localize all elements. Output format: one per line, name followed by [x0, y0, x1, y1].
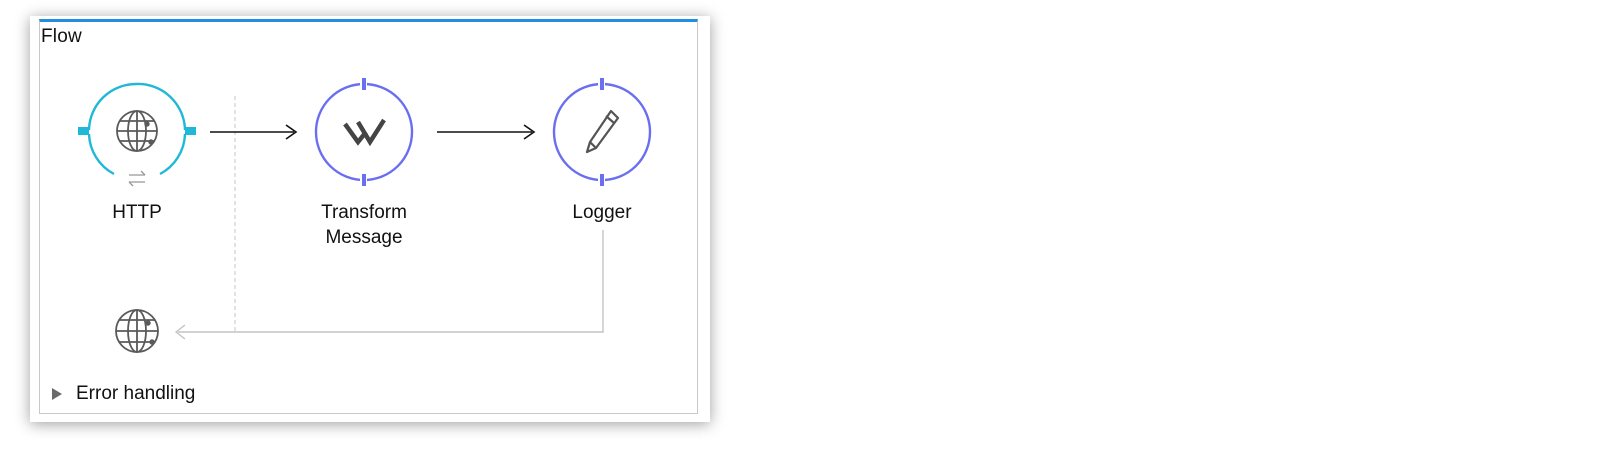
connector-http-transform [210, 124, 298, 140]
flow-card: Flow HTTP Transform Message Logger Error… [30, 16, 710, 422]
stage: Flow HTTP Transform Message Logger Error… [0, 0, 1598, 456]
expand-triangle-icon[interactable] [52, 388, 62, 400]
http-response-node[interactable] [115, 309, 159, 353]
error-handling-toggle[interactable]: Error handling [52, 381, 195, 407]
exchange-arrows-icon [128, 170, 146, 187]
pencil-icon [585, 109, 620, 154]
transform-message-node[interactable] [314, 77, 414, 187]
transform-node-label: Transform Message [321, 202, 407, 248]
http-listener-node[interactable] [78, 82, 196, 187]
globe-icon [115, 309, 159, 353]
error-handling-label: Error handling [76, 383, 196, 404]
dataweave-icon [343, 118, 386, 147]
globe-icon [116, 110, 158, 152]
http-node-label: HTTP [112, 202, 162, 223]
connector-transform-logger [437, 124, 536, 140]
logger-node-label: Logger [572, 202, 632, 223]
logger-node[interactable] [552, 77, 652, 187]
